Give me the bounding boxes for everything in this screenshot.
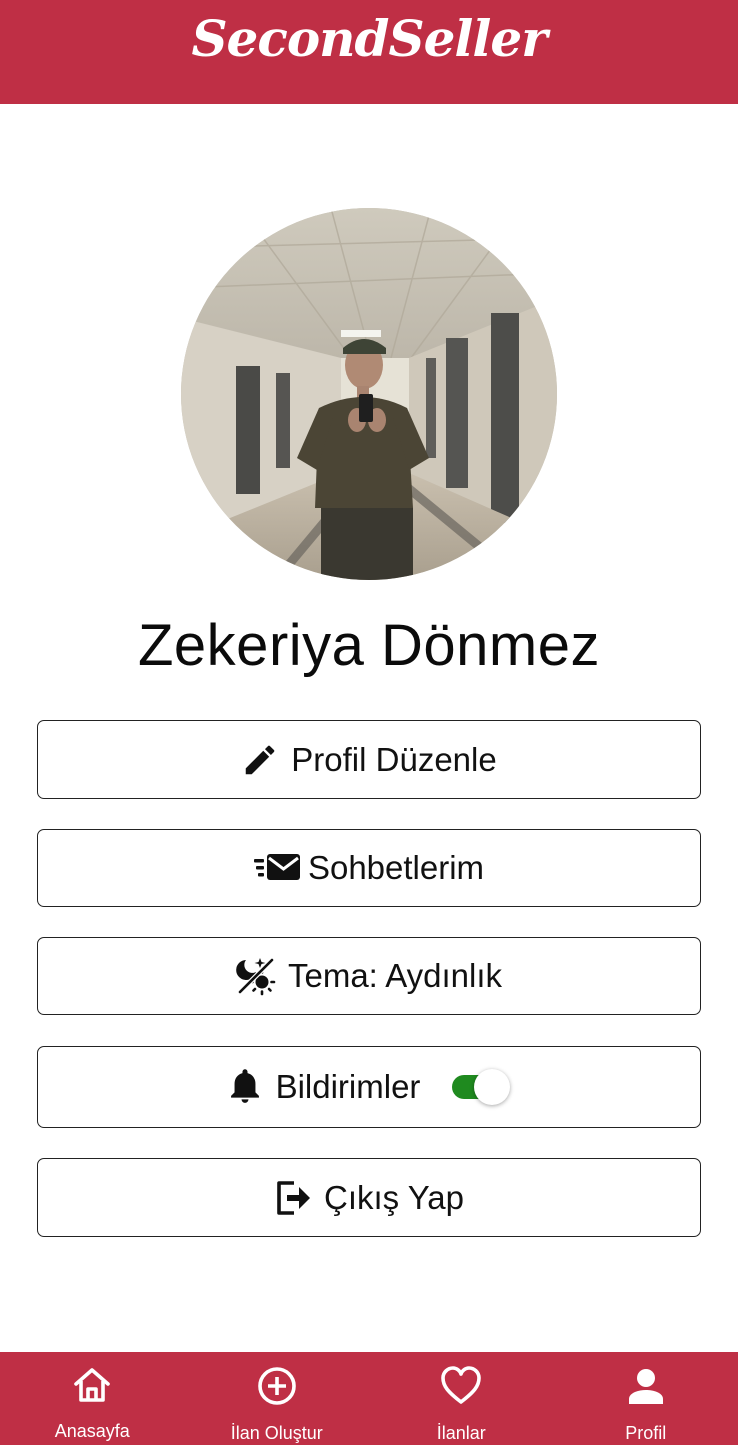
user-full-name: Zekeriya Dönmez — [138, 613, 600, 678]
nav-item-listings[interactable]: İlanlar — [369, 1352, 554, 1445]
toggle-knob — [474, 1069, 511, 1105]
notifications-row[interactable]: Bildirimler — [37, 1046, 701, 1128]
app-logo-title: SecondSeller — [191, 8, 547, 68]
logout-icon — [274, 1178, 312, 1218]
fast-mail-icon — [253, 850, 302, 886]
edit-profile-button[interactable]: Profil Düzenle — [37, 720, 701, 799]
theme-button[interactable]: Tema: Aydınlık — [37, 937, 701, 1015]
logout-button[interactable]: Çıkış Yap — [37, 1158, 701, 1237]
heart-icon — [440, 1366, 482, 1411]
bottom-navigation: Anasayfa İlan Oluştur İlanlar Profil — [0, 1352, 738, 1445]
theme-label: Tema: Aydınlık — [287, 957, 502, 994]
home-icon — [72, 1366, 112, 1409]
nav-label-home: Anasayfa — [54, 1421, 130, 1441]
nav-item-home[interactable]: Anasayfa — [0, 1352, 185, 1445]
pencil-icon — [241, 741, 279, 779]
theme-night-day-icon — [236, 956, 276, 996]
app-header: SecondSeller — [0, 0, 738, 104]
chats-button[interactable]: Sohbetlerim — [37, 829, 701, 907]
profile-avatar[interactable] — [181, 208, 557, 580]
person-icon — [626, 1366, 666, 1411]
nav-label-listings: İlanlar — [436, 1423, 486, 1443]
chats-label: Sohbetlerim — [307, 849, 485, 886]
edit-profile-label: Profil Düzenle — [291, 740, 497, 778]
logout-label: Çıkış Yap — [323, 1178, 464, 1216]
add-circle-icon — [257, 1366, 297, 1411]
nav-label-profile: Profil — [625, 1423, 667, 1443]
profile-photo — [181, 208, 557, 580]
bell-icon — [226, 1067, 264, 1107]
notifications-label: Bildirimler — [275, 1068, 421, 1105]
nav-item-create-listing[interactable]: İlan Oluştur — [185, 1352, 370, 1445]
nav-item-profile[interactable]: Profil — [554, 1352, 738, 1445]
nav-label-create-listing: İlan Oluştur — [230, 1423, 323, 1443]
notifications-toggle[interactable] — [450, 1069, 512, 1105]
